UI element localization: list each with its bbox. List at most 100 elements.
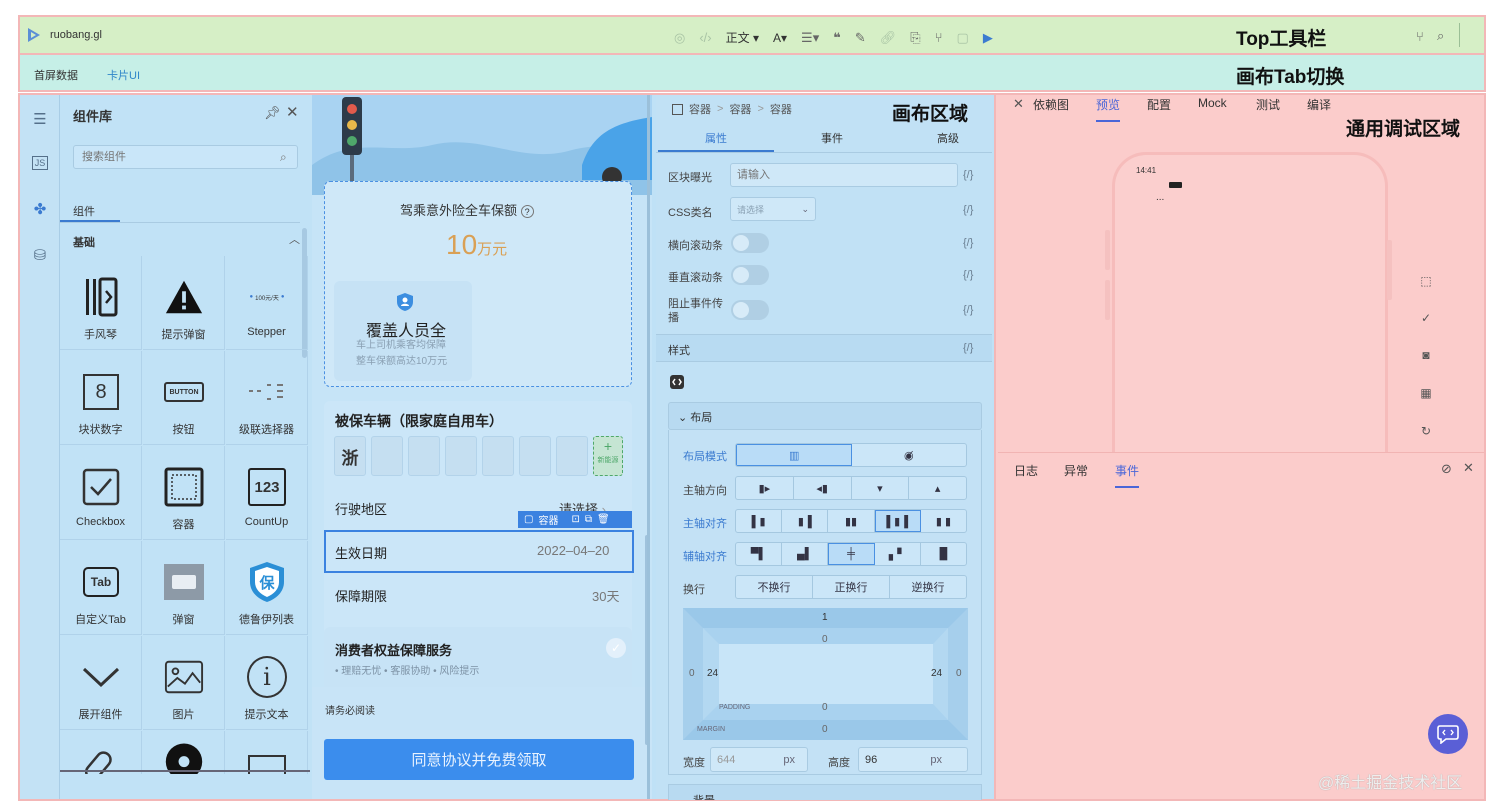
list-icon[interactable]: ☰▾ (801, 30, 819, 46)
tab-first-screen-data[interactable]: 首屏数据 (34, 67, 78, 83)
justify-between-icon[interactable]: ▌▮▐ (874, 510, 921, 532)
search-icon[interactable]: ⌕ (1437, 28, 1444, 44)
lock-icon[interactable]: ⊡ (571, 514, 579, 525)
style-code-icon[interactable] (668, 373, 686, 391)
container-select-icon[interactable]: ▢ (524, 514, 533, 525)
align-start-icon[interactable]: ▀▌ (736, 543, 783, 565)
component-accordion[interactable]: 手风琴 (60, 256, 142, 350)
stop-binding[interactable]: {/} (963, 304, 973, 316)
clear-icon[interactable]: ⊘ (1441, 461, 1452, 477)
library-tab-components[interactable]: 组件 (73, 203, 95, 219)
margin-top-value[interactable]: 1 (822, 612, 828, 623)
component-alert-popup[interactable]: 提示弹窗 (143, 256, 225, 350)
style-section-header[interactable] (656, 334, 992, 362)
close-icon[interactable]: ✕ (1463, 460, 1474, 476)
direction-row-reverse-icon[interactable]: ◂▮ (794, 477, 852, 499)
doc-search-icon[interactable]: ⎘ (910, 30, 920, 46)
vscroll-toggle[interactable] (731, 265, 769, 285)
pen-icon[interactable]: ✎ (855, 30, 866, 46)
tab-compile[interactable]: 编译 (1307, 96, 1331, 113)
tab-exception[interactable]: 异常 (1064, 462, 1088, 479)
play-icon[interactable]: ▶ (983, 30, 993, 46)
justify-around-icon[interactable]: ▮ ▮ (921, 510, 966, 532)
plate-digit[interactable] (519, 436, 551, 476)
component-checkbox[interactable]: Checkbox (60, 446, 142, 540)
plugin-icon[interactable]: ✤ (26, 195, 54, 223)
css-class-select[interactable]: 请选择 ⌄ (730, 197, 816, 221)
plate-digit[interactable] (556, 436, 588, 476)
justify-start-icon[interactable]: ▌▮ (736, 510, 783, 532)
plate-digit[interactable] (408, 436, 440, 476)
component-cascader[interactable]: 级联选择器 (226, 351, 308, 445)
layout-section-header[interactable] (668, 402, 982, 430)
component-hint-text[interactable]: i 提示文本 (226, 636, 308, 730)
padding-right-value[interactable]: 24 (931, 668, 942, 679)
text-style-select[interactable]: 正文 ▾ (726, 29, 759, 46)
component-more-1[interactable] (60, 731, 142, 774)
globe-icon[interactable]: ◎ (674, 30, 685, 46)
component-image[interactable]: 图片 (143, 636, 225, 730)
width-input[interactable]: 644 px (710, 747, 808, 772)
flex-mode-icon[interactable]: ▥ (736, 444, 852, 466)
css-binding[interactable]: {/} (963, 204, 973, 216)
component-container[interactable]: 容器 (143, 446, 225, 540)
exposure-binding[interactable]: {/} (963, 169, 973, 181)
align-end-icon[interactable]: ▄▌ (782, 543, 829, 565)
component-block-number[interactable]: 8 块状数字 (60, 351, 142, 445)
align-center-icon[interactable]: ╪ (828, 543, 875, 565)
direction-column-reverse-icon[interactable]: ▴ (909, 477, 966, 499)
align-baseline-icon[interactable]: ▖▘ (875, 543, 921, 565)
direction-column-icon[interactable]: ▾ (852, 477, 910, 499)
tab-events[interactable]: 事件 (821, 130, 843, 146)
justify-end-icon[interactable]: ▮▐ (782, 510, 829, 532)
trash-icon[interactable]: 🗑︎ (597, 514, 610, 525)
tab-advanced[interactable]: 高级 (937, 130, 959, 146)
tab-props[interactable]: 属性 (705, 130, 727, 146)
agree-cta-button[interactable]: 同意协议并免费领取 (324, 739, 634, 780)
tab-card-ui[interactable]: 卡片UI (107, 67, 140, 83)
plate-digit[interactable] (371, 436, 403, 476)
refresh-icon[interactable]: ↻ (1418, 423, 1434, 439)
branch-icon[interactable]: ⑂ (935, 30, 943, 45)
padding-bottom-value[interactable]: 0 (822, 702, 828, 713)
outline-tree-icon[interactable]: ☰ (26, 105, 54, 133)
plate-digit[interactable] (482, 436, 514, 476)
check-icon[interactable]: ✓ (1418, 310, 1434, 326)
exposure-input[interactable] (730, 163, 958, 187)
js-icon[interactable]: JS (26, 149, 54, 177)
database-icon[interactable]: ⛁ (26, 241, 54, 269)
component-custom-tab[interactable]: Tab 自定义Tab (60, 541, 142, 635)
no-wrap-option[interactable]: 不换行 (736, 576, 813, 598)
component-dialog[interactable]: 弹窗 (143, 541, 225, 635)
component-countup[interactable]: 123 CountUp (226, 446, 308, 540)
component-stepper[interactable]: ● 100元/天 ● Stepper (226, 256, 308, 350)
plate-digit[interactable] (445, 436, 477, 476)
component-more-3[interactable] (226, 731, 308, 774)
tab-preview[interactable]: 预览 (1096, 96, 1120, 113)
stop-propagation-toggle[interactable] (731, 300, 769, 320)
font-menu[interactable]: A▾ (773, 31, 787, 45)
direction-row-icon[interactable]: ▮▸ (736, 477, 794, 499)
background-section-header[interactable]: 背景 (668, 784, 982, 800)
tab-test[interactable]: 测试 (1256, 96, 1280, 113)
plate-new-energy[interactable]: + 新能源 (593, 436, 623, 476)
qrcode-icon[interactable]: ▦ (1418, 385, 1434, 401)
plate-province[interactable]: 浙 (334, 436, 366, 476)
chevron-up-icon[interactable]: ︿ (289, 231, 300, 247)
tab-event[interactable]: 事件 (1115, 462, 1139, 479)
quote-icon[interactable]: ❝ (833, 30, 841, 46)
margin-bottom-value[interactable]: 0 (822, 724, 828, 735)
link-icon[interactable]: 🔗︎ (880, 30, 897, 46)
code-icon[interactable]: ‹/› (699, 30, 711, 45)
component-more-2[interactable] (143, 731, 225, 774)
hscroll-toggle[interactable] (731, 233, 769, 253)
tab-config[interactable]: 配置 (1147, 96, 1171, 113)
height-input[interactable]: 96 px (858, 747, 968, 772)
canvas-divider[interactable] (647, 95, 650, 799)
style-binding[interactable]: {/} (963, 342, 973, 354)
align-stretch-icon[interactable]: ▐▌ (921, 543, 966, 565)
fork-icon[interactable]: ⑂ (1416, 29, 1424, 44)
component-druid-list[interactable]: 保 德鲁伊列表 (226, 541, 308, 635)
tab-dependency-graph[interactable]: 依赖图 (1033, 96, 1069, 113)
close-icon[interactable]: ✕ (1013, 96, 1024, 112)
